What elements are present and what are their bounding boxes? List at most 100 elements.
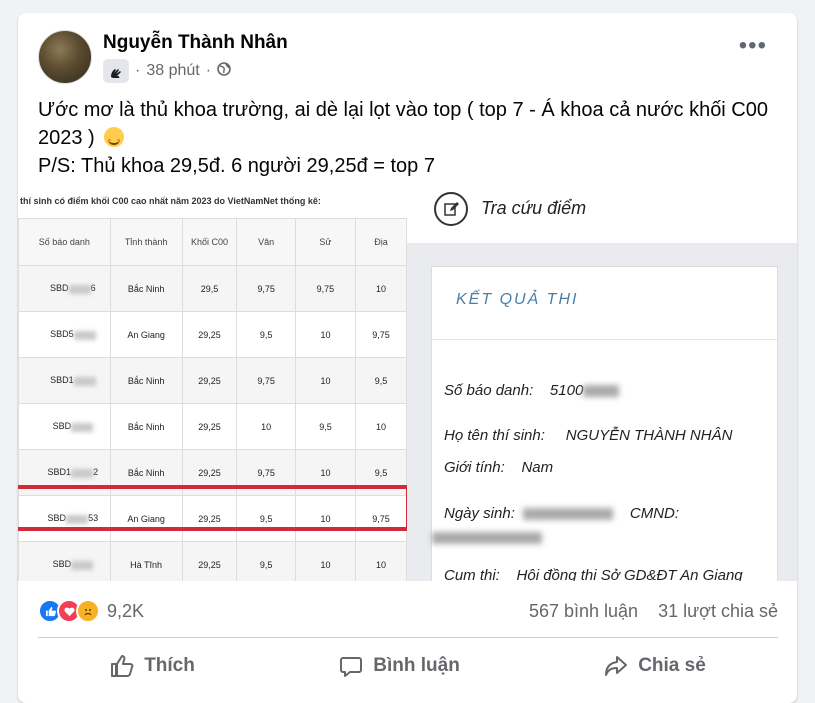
blurred-id — [73, 376, 96, 386]
engagement-stats: 9,2K 567 bình luận 31 lượt chia sẻ — [38, 593, 778, 629]
sbd-suffix: 6 — [90, 283, 96, 294]
table-row: SBD 6 Bắc Ninh 29,5 9,75 9,75 10 — [18, 265, 407, 312]
result-card: KẾT QUẢ THI Số báo danh: 5100 Họ tên thí… — [431, 266, 778, 581]
result-title: KẾT QUẢ THI — [456, 291, 579, 308]
gender-label: Giới tính: — [444, 459, 505, 476]
group-badge-icon[interactable] — [103, 59, 129, 83]
dob-row: Ngày sinh: CMND: — [444, 505, 679, 522]
col-header-van: Văn — [236, 218, 296, 266]
shares-count[interactable]: 31 lượt chia sẻ — [658, 601, 778, 621]
total-cell: 29,5 — [181, 265, 238, 312]
table-header-row: Số báo danh Tỉnh thành Khối C00 Văn Sử Đ… — [18, 218, 407, 266]
more-options-icon[interactable]: ••• — [739, 34, 767, 58]
col-header-su: Sử — [294, 218, 357, 266]
van-cell: 9,5 — [236, 311, 296, 358]
post-card: Nguyễn Thành Nhân · 38 phút · ••• Ước mơ… — [18, 13, 797, 703]
comment-share-counts: 567 bình luận 31 lượt chia sẻ — [529, 601, 778, 622]
id-blur-row — [432, 529, 542, 546]
blurred-id — [68, 284, 91, 294]
highlight-box — [18, 485, 407, 531]
reactions[interactable]: 9,2K — [38, 599, 144, 623]
col-header-sbd: Số báo danh — [18, 218, 111, 266]
comments-count[interactable]: 567 bình luận — [529, 601, 638, 621]
dia-cell: 10 — [355, 403, 407, 450]
share-button[interactable]: Chia sẻ — [584, 648, 726, 684]
comment-button[interactable]: Bình luận — [319, 648, 480, 684]
name-label: Họ tên thí sinh: — [444, 427, 545, 444]
like-button[interactable]: Thích — [90, 648, 215, 684]
gender-row: Giới tính: Nam — [444, 459, 553, 476]
edit-icon — [434, 192, 468, 226]
su-cell: 10 — [294, 357, 357, 404]
reactions-count: 9,2K — [107, 600, 145, 621]
like-label: Thích — [144, 655, 195, 676]
id-label: CMND: — [629, 505, 680, 522]
sbd-row: Số báo danh: 5100 — [444, 382, 620, 399]
sbd-cell: SBD — [18, 541, 111, 581]
cluster-row: Cụm thi: Hội đồng thi Sở GD&ĐT An Giang — [444, 567, 743, 581]
total-cell: 29,25 — [181, 311, 238, 358]
van-cell: 9,75 — [236, 265, 296, 312]
dia-cell: 9,5 — [355, 357, 407, 404]
blurred-id — [71, 560, 94, 570]
actions-divider — [38, 637, 778, 638]
comment-label: Bình luận — [373, 655, 460, 676]
post-meta: · 38 phút · — [103, 59, 231, 83]
col-header-province: Tỉnh thành — [109, 218, 183, 266]
van-cell: 9,5 — [236, 541, 296, 581]
table-row: SBD1 Bắc Ninh 29,25 9,75 10 9,5 — [18, 357, 407, 404]
total-cell: 29,25 — [181, 357, 238, 404]
total-cell: 29,25 — [181, 403, 238, 450]
sbd-prefix: SBD1 — [50, 375, 74, 386]
score-table-image[interactable]: thí sinh có điểm khối C00 cao nhất năm 2… — [18, 191, 408, 581]
dia-cell: 10 — [355, 265, 407, 312]
sbd-suffix: 2 — [93, 467, 99, 478]
result-screenshot-image[interactable]: Tra cứu điểm KẾT QUẢ THI Số báo danh: 51… — [407, 191, 797, 581]
cluster-value: Hội đồng thi Sở GD&ĐT An Giang — [516, 567, 743, 581]
caption-line-3: P/S: Thủ khoa 29,5đ. 6 người 29,25đ = to… — [38, 155, 435, 177]
su-cell: 9,75 — [294, 265, 357, 312]
meta-separator: · — [135, 62, 141, 79]
comment-bubble-icon — [340, 657, 363, 677]
thumbs-up-icon — [111, 655, 134, 677]
blurred-dob — [523, 508, 614, 521]
post-media[interactable]: thí sinh có điểm khối C00 cao nhất năm 2… — [18, 191, 797, 581]
blurred-sbd — [583, 385, 620, 398]
caption-line-2: 2023 ) — [38, 124, 778, 152]
col-header-dia: Địa — [355, 218, 407, 266]
smiling-emoji-icon — [104, 127, 125, 147]
blurred-id — [73, 330, 96, 340]
van-cell: 9,75 — [236, 357, 296, 404]
author-name[interactable]: Nguyễn Thành Nhân — [103, 32, 288, 54]
post-time[interactable]: 38 phút — [146, 62, 199, 80]
table-row: SBD Hà Tĩnh 29,25 9,5 10 10 — [18, 541, 407, 581]
sbd-value: 5100 — [549, 382, 584, 399]
blurred-id — [71, 422, 94, 432]
sbd-label: Số báo danh: — [444, 382, 534, 399]
sbd-cell: SBD5 — [18, 311, 111, 358]
sbd-cell: SBD 6 — [18, 265, 111, 312]
lookup-bar: Tra cứu điểm — [407, 191, 797, 243]
lookup-label: Tra cứu điểm — [481, 198, 587, 218]
post-caption: Ước mơ là thủ khoa trường, ai dè lại lọt… — [38, 96, 778, 180]
author-avatar[interactable] — [38, 30, 92, 84]
share-label: Chia sẻ — [638, 655, 706, 676]
divider — [432, 339, 777, 340]
su-cell: 9,5 — [294, 403, 357, 450]
sbd-prefix: SBD — [52, 421, 72, 432]
sbd-prefix: SBD — [50, 283, 69, 294]
dia-cell: 9,75 — [355, 311, 407, 358]
name-row: Họ tên thí sinh: NGUYỄN THÀNH NHÂN — [444, 427, 732, 444]
col-header-total: Khối C00 — [181, 218, 238, 266]
table-row: SBD5 An Giang 29,25 9,5 10 9,75 — [18, 311, 407, 358]
province-cell: Hà Tĩnh — [109, 541, 183, 581]
sad-reaction-icon — [76, 599, 100, 623]
caption-line-2-text: 2023 ) — [38, 127, 95, 149]
province-cell: An Giang — [109, 311, 183, 358]
van-cell: 10 — [236, 403, 296, 450]
su-cell: 10 — [294, 311, 357, 358]
su-cell: 10 — [294, 541, 357, 581]
name-value: NGUYỄN THÀNH NHÂN — [565, 427, 733, 444]
blurred-id — [71, 468, 94, 478]
blurred-id-number — [432, 532, 542, 545]
